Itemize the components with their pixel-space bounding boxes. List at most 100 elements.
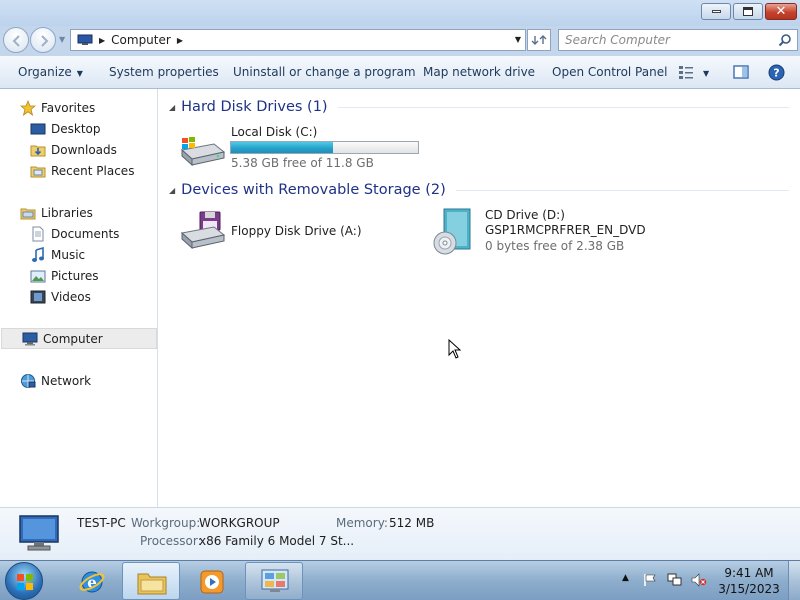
system-clock[interactable]: 9:41 AM 3/15/2023 [716,565,782,597]
breadcrumb-arrow-icon[interactable]: ▶ [99,36,105,45]
svg-text:?: ? [773,67,779,80]
address-dropdown-icon[interactable]: ▼ [515,35,521,44]
group-header-hard-disk[interactable]: ◢ Hard Disk Drives (1) [169,97,789,117]
floppy-drive-icon [180,211,226,250]
navigation-pane: Favorites Desktop Downloads Recent Place… [0,89,158,507]
sidebar-item-recent-places[interactable]: Recent Places [0,160,158,181]
volume-muted-icon[interactable] [691,573,707,587]
show-desktop-button[interactable] [788,561,800,600]
view-dropdown-icon[interactable]: ▼ [703,65,709,79]
address-row: ▼ ▶ Computer ▶ ▼ [0,26,800,56]
start-button[interactable] [5,562,43,600]
view-options-icon [679,66,693,79]
taskbar-media-player[interactable] [182,562,240,600]
maximize-button[interactable] [733,3,763,20]
pictures-icon [30,270,46,282]
search-input[interactable] [565,30,770,50]
organize-button[interactable]: Organize ▼ [18,65,83,79]
forward-button[interactable] [30,27,56,53]
help-icon: ? [768,64,785,81]
capacity-bar [230,141,419,154]
uninstall-program-button[interactable]: Uninstall or change a program [233,65,416,79]
back-arrow-icon [12,35,20,47]
sidebar-item-label: Computer [43,331,103,346]
sidebar-item-label: Downloads [51,142,117,157]
sidebar-item-downloads[interactable]: Downloads [0,139,158,160]
collapse-triangle-icon[interactable]: ◢ [169,186,175,195]
group-title: Devices with Removable Storage (2) [181,182,446,198]
downloads-folder-icon [30,145,46,156]
group-divider [455,189,789,191]
sidebar-item-label: Music [51,247,86,262]
back-button[interactable] [3,27,29,53]
hard-drive-icon [180,137,226,167]
search-icon[interactable] [778,33,792,47]
recent-places-icon [30,166,46,177]
recent-pages-dropdown[interactable]: ▼ [59,35,65,44]
sidebar-item-music[interactable]: Music [0,244,158,265]
clock-time: 9:41 AM [724,566,774,580]
taskbar: e ▲ 9:41 AM 3/15/2023 [0,560,800,600]
network-icon [21,373,36,388]
minimize-button[interactable] [701,3,731,20]
workgroup-label: Workgroup: [131,516,201,530]
clock-date: 3/15/2023 [718,582,780,596]
preview-pane-button[interactable] [733,64,749,83]
computer-icon [19,515,59,551]
documents-icon [32,226,44,241]
computer-icon [77,34,93,45]
change-view-button[interactable] [678,64,694,83]
help-button[interactable]: ? [768,64,785,84]
music-icon [32,246,44,262]
star-icon [20,99,36,116]
open-control-panel-button[interactable]: Open Control Panel [552,65,667,79]
sidebar-item-documents[interactable]: Documents [0,223,158,244]
organize-label: Organize [18,65,72,79]
videos-icon [30,290,46,303]
taskbar-internet-explorer[interactable]: e [62,562,120,600]
close-icon: ✕ [775,4,787,19]
folder-icon [137,573,167,595]
system-properties-button[interactable]: System properties [109,65,219,79]
sidebar-item-pictures[interactable]: Pictures [0,265,158,286]
sidebar-item-videos[interactable]: Videos [0,286,158,307]
sidebar-item-network[interactable]: Network [0,370,158,391]
memory-value: 512 MB [389,516,435,530]
sidebar-item-label: Desktop [51,121,101,136]
show-hidden-icons-button[interactable]: ▲ [622,573,629,583]
breadcrumb-computer[interactable]: Computer [111,33,171,47]
memory-label: Memory: [336,516,388,530]
workgroup-value: WORKGROUP [199,516,280,530]
taskbar-windows-explorer[interactable] [122,562,180,600]
sidebar-item-libraries[interactable]: Libraries [0,202,158,223]
mouse-pointer-icon [448,339,462,359]
group-title: Hard Disk Drives (1) [181,99,328,115]
search-box[interactable] [558,29,798,51]
address-bar[interactable]: ▶ Computer ▶ ▼ [70,29,526,51]
cd-drive-item[interactable]: CD Drive (D:) GSP1RMCPRFRER_EN_DVD 0 byt… [430,204,650,258]
network-status-icon[interactable] [667,573,683,587]
refresh-button[interactable] [527,29,551,51]
local-disk-item[interactable]: Local Disk (C:) 5.38 GB free of 11.8 GB [176,122,446,172]
collapse-triangle-icon[interactable]: ◢ [169,103,175,112]
map-network-drive-button[interactable]: Map network drive [423,65,535,79]
drive-volume-label: GSP1RMCPRFRER_EN_DVD [485,223,646,237]
sidebar-item-label: Videos [51,289,91,304]
close-button[interactable]: ✕ [765,3,797,20]
windows-logo-icon [17,574,33,590]
forward-arrow-icon [41,35,49,47]
action-center-flag-icon[interactable] [643,573,657,587]
drive-free-space: 0 bytes free of 2.38 GB [485,239,625,253]
breadcrumb-arrow-icon[interactable]: ▶ [177,36,183,45]
sidebar-item-desktop[interactable]: Desktop [0,118,158,139]
computer-icon [22,332,38,345]
floppy-drive-item[interactable]: Floppy Disk Drive (A:) [176,207,406,255]
command-bar: Organize ▼ System properties Uninstall or… [0,56,800,89]
taskbar-control-panel[interactable] [245,562,303,600]
group-header-removable[interactable]: ◢ Devices with Removable Storage (2) [169,180,789,200]
sidebar-item-computer[interactable]: Computer [1,328,157,349]
sidebar-item-favorites[interactable]: Favorites [0,97,158,118]
control-panel-icon [261,569,289,592]
refresh-icon [531,35,547,45]
sidebar-item-label: Documents [51,226,120,241]
